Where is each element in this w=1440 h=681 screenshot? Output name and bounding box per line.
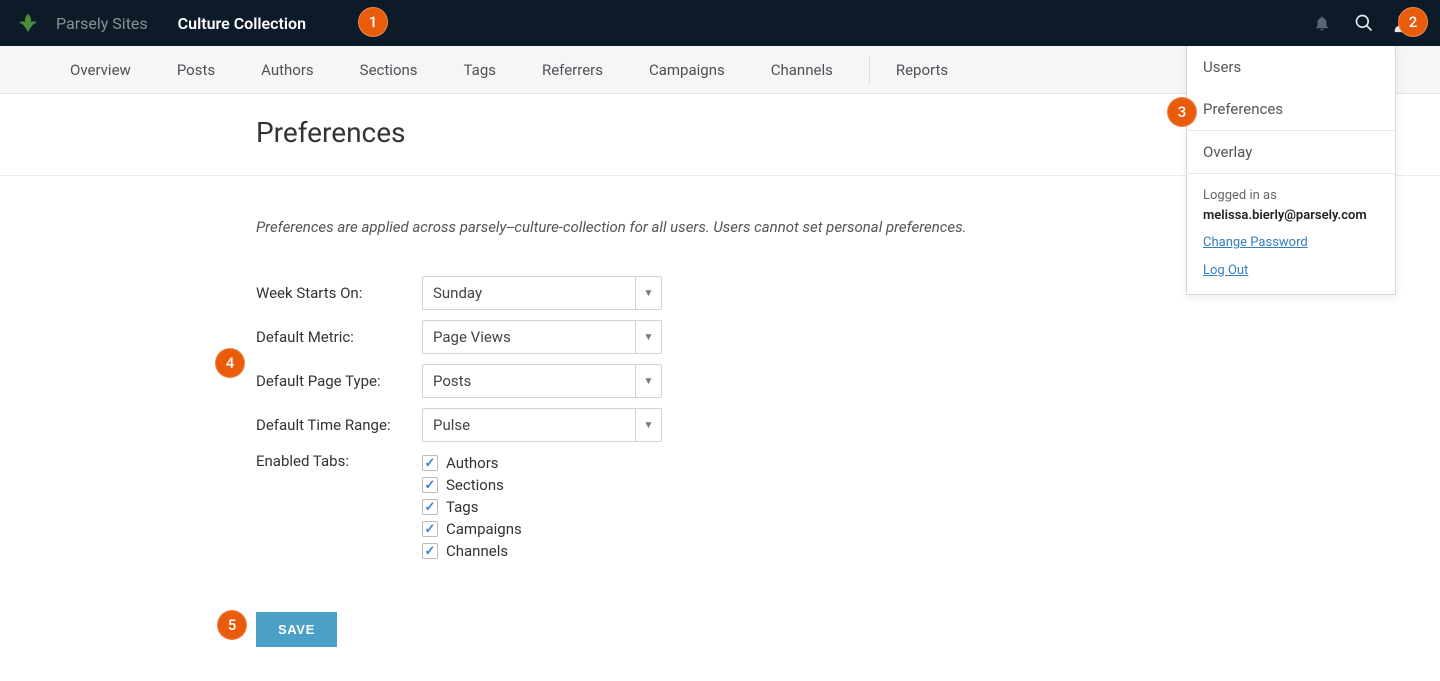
chevron-down-icon: ▼ [635,409,661,441]
timerange-label: Default Time Range: [256,416,422,434]
timerange-select[interactable]: Pulse ▼ [422,408,662,442]
metric-select-value: Page Views [423,321,635,353]
chevron-down-icon: ▼ [635,365,661,397]
enabled-tabs-group: Authors Sections Tags Campaigns Channels [422,452,522,564]
subnav-sections[interactable]: Sections [348,53,430,87]
log-out-link[interactable]: Log Out [1203,261,1248,281]
subnav-channels[interactable]: Channels [759,53,845,87]
dropdown-item-overlay[interactable]: Overlay [1187,131,1395,173]
metric-label: Default Metric: [256,328,422,346]
parsely-logo [16,11,40,35]
topbar: Parsely Sites Culture Collection ▾ [0,0,1440,46]
annotation-badge-3: 3 [1167,97,1197,127]
logged-in-email: melissa.bierly@parsely.com [1203,206,1379,226]
parsely-sites-link[interactable]: Parsely Sites [50,10,154,37]
metric-select[interactable]: Page Views ▼ [422,320,662,354]
user-dropdown-panel: Users Preferences Overlay Logged in as m… [1186,46,1396,295]
subnav-authors[interactable]: Authors [249,53,326,87]
dropdown-footer: Logged in as melissa.bierly@parsely.com … [1187,174,1395,294]
change-password-link[interactable]: Change Password [1203,233,1308,253]
pagetype-select-value: Posts [423,365,635,397]
subnav-referrers[interactable]: Referrers [530,53,615,87]
chevron-down-icon: ▼ [635,277,661,309]
subnav-overview[interactable]: Overview [58,53,143,87]
checkbox-campaigns-label: Campaigns [446,520,522,538]
dropdown-item-preferences[interactable]: Preferences [1187,88,1395,130]
checkbox-tags-label: Tags [446,498,478,516]
annotation-badge-5: 5 [217,610,247,640]
save-button[interactable]: SAVE [256,612,337,647]
week-select-value: Sunday [423,277,635,309]
site-selector[interactable]: Culture Collection [172,10,312,37]
checkbox-sections[interactable] [422,477,438,493]
checkbox-tags[interactable] [422,499,438,515]
checkbox-channels-label: Channels [446,542,508,560]
pagetype-select[interactable]: Posts ▼ [422,364,662,398]
subnav-posts[interactable]: Posts [165,53,227,87]
week-select[interactable]: Sunday ▼ [422,276,662,310]
annotation-badge-2: 2 [1398,7,1428,37]
annotation-badge-1: 1 [358,7,388,37]
checkbox-authors-label: Authors [446,454,499,472]
week-label: Week Starts On: [256,284,422,302]
logged-in-label: Logged in as [1203,186,1379,206]
subnav-campaigns[interactable]: Campaigns [637,53,737,87]
enabled-tabs-label: Enabled Tabs: [256,452,422,470]
annotation-badge-4: 4 [215,348,245,378]
checkbox-channels[interactable] [422,543,438,559]
subnav-reports[interactable]: Reports [884,53,960,87]
bell-icon[interactable] [1308,9,1336,37]
search-icon[interactable] [1350,9,1378,37]
dropdown-item-users[interactable]: Users [1187,46,1395,88]
checkbox-sections-label: Sections [446,476,504,494]
subnav-tags[interactable]: Tags [452,53,508,87]
checkbox-authors[interactable] [422,455,438,471]
chevron-down-icon: ▼ [635,321,661,353]
timerange-select-value: Pulse [423,409,635,441]
pagetype-label: Default Page Type: [256,372,422,390]
checkbox-campaigns[interactable] [422,521,438,537]
